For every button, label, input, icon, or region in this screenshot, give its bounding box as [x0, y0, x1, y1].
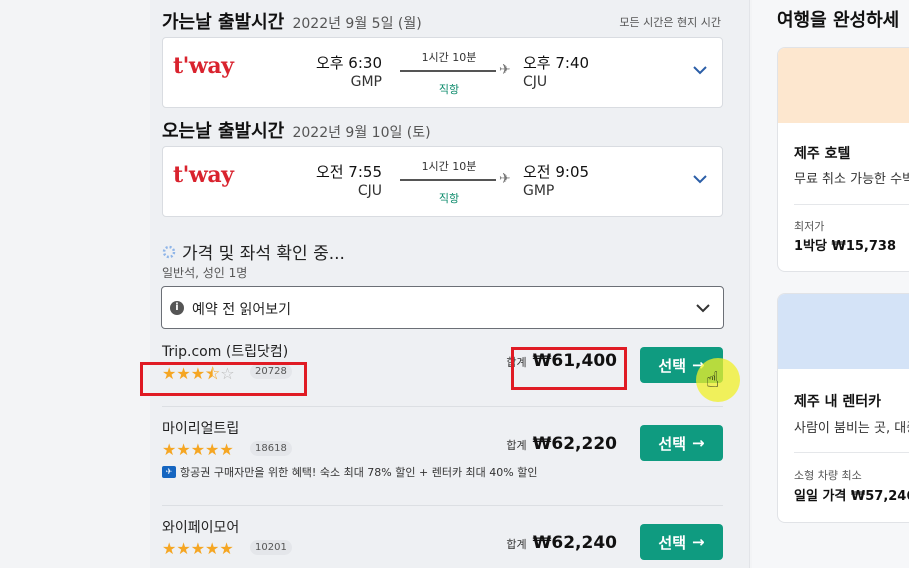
hand-pointer-icon: ☝ — [706, 368, 720, 393]
select-label: 선택 — [658, 434, 687, 453]
hotel-image — [778, 48, 909, 123]
inbound-title: 오는날 출발시간 — [162, 121, 285, 142]
chevron-down-icon[interactable] — [692, 171, 708, 187]
select-button[interactable]: 선택 → — [640, 425, 723, 461]
flight-duration: 1시간 10분 — [421, 160, 477, 173]
chevron-down-icon[interactable] — [692, 62, 708, 78]
airline-logo: t'way — [173, 53, 234, 79]
review-count: 18618 — [250, 441, 292, 456]
hotel-description: 무료 취소 가능한 수박 — [794, 172, 909, 187]
select-label: 선택 — [658, 356, 687, 375]
airplane-icon: ✈ — [499, 171, 511, 187]
provider-name[interactable]: 마이리얼트립 — [162, 418, 239, 438]
divider — [794, 204, 909, 205]
departure-airport: GMP — [350, 74, 382, 90]
promo-banner[interactable]: ✈ 항공권 구매자만을 위한 혜택! 숙소 최대 78% 할인 + 렌터카 최대… — [162, 464, 537, 480]
stops-label: 직항 — [438, 83, 460, 96]
arrival-time: 오전 9:05 — [523, 163, 590, 181]
rental-car-price: 일일 가격 ₩57,246 — [794, 489, 909, 504]
route-line — [400, 179, 496, 181]
sidebar-title: 여행을 완성하세 — [777, 10, 900, 31]
provider-row: 마이리얼트립 ★★★★★ 18618 합계 ₩62,220 선택 → ✈ 항공권… — [162, 418, 723, 498]
annotation-box-price — [511, 347, 627, 390]
arrow-right-icon: → — [692, 434, 705, 452]
airline-logo: t'way — [173, 162, 234, 188]
inbound-date: 2022년 9월 10일 (토) — [292, 125, 431, 141]
price-block: 합계 ₩62,220 — [506, 434, 617, 454]
price-block: 합계 ₩62,240 — [506, 533, 617, 553]
rental-car-name: 제주 내 렌터카 — [794, 394, 882, 410]
inbound-heading: 오는날 출발시간 2022년 9월 10일 (토) — [162, 117, 431, 143]
read-before-booking-dropdown[interactable]: i 예약 전 읽어보기 — [161, 286, 724, 329]
page: 가는날 출발시간 2022년 9월 5일 (월) 모든 시간은 현지 시간 t'… — [0, 0, 909, 568]
outbound-heading: 가는날 출발시간 2022년 9월 5일 (월) — [162, 8, 422, 34]
trip-suggestions-sidebar: 여행을 완성하세 제주 호텔 무료 취소 가능한 수박 최저가 1박당 ₩15,… — [752, 0, 909, 568]
spinner-icon — [162, 245, 176, 258]
divider — [162, 406, 723, 407]
outbound-flight-card[interactable]: t'way 오후 6:30 GMP 1시간 10분 ✈ 직항 오후 7:40 C… — [162, 37, 723, 108]
price-label: 합계 — [506, 439, 527, 452]
promo-text: 항공권 구매자만을 위한 혜택! 숙소 최대 78% 할인 + 렌터카 최대 4… — [180, 466, 538, 479]
hotel-price: 1박당 ₩15,738 — [794, 239, 896, 254]
arrival-time: 오후 7:40 — [523, 54, 590, 72]
rental-car-image — [778, 294, 909, 369]
hotel-name: 제주 호텔 — [794, 146, 851, 162]
price-label: 합계 — [506, 538, 527, 551]
info-icon: i — [170, 301, 184, 315]
review-count: 10201 — [250, 540, 292, 555]
stops-label: 직항 — [438, 192, 460, 205]
outbound-date: 2022년 9월 5일 (월) — [292, 16, 422, 32]
flight-details-column: 가는날 출발시간 2022년 9월 5일 (월) 모든 시간은 현지 시간 t'… — [150, 0, 750, 568]
arrow-right-icon: → — [692, 533, 705, 551]
select-button[interactable]: 선택 → — [640, 524, 723, 560]
annotation-box-rating — [140, 362, 307, 396]
divider — [794, 452, 909, 453]
rating-stars: ★★★★★ — [162, 539, 234, 558]
departure-time: 오후 6:30 — [315, 54, 382, 72]
arrival-airport: CJU — [523, 74, 548, 90]
rating-stars: ★★★★★ — [162, 440, 234, 459]
inbound-flight-card[interactable]: t'way 오전 7:55 CJU 1시간 10분 ✈ 직항 오전 9:05 G… — [162, 146, 723, 217]
read-before-booking-label: 예약 전 읽어보기 — [192, 302, 292, 318]
chevron-down-icon — [696, 304, 710, 313]
cabin-passenger-info: 일반석, 성인 1명 — [162, 266, 248, 280]
departure-airport: CJU — [357, 183, 382, 199]
divider — [162, 505, 723, 506]
hotel-min-label: 최저가 — [794, 220, 825, 233]
loading-status: 가격 및 좌석 확인 중... — [162, 239, 345, 264]
hotel-card[interactable]: 제주 호텔 무료 취소 가능한 수박 최저가 1박당 ₩15,738 — [777, 47, 909, 272]
provider-name[interactable]: Trip.com (트립닷컴) — [162, 341, 288, 361]
provider-name[interactable]: 와이페이모어 — [162, 517, 239, 537]
price: ₩62,220 — [532, 434, 617, 454]
route-line — [400, 70, 496, 72]
airplane-icon: ✈ — [499, 62, 511, 78]
rental-car-card[interactable]: 제주 내 렌터카 사람이 붐비는 곳, 대중 소형 차량 최소 일일 가격 ₩5… — [777, 293, 909, 523]
rental-car-min-label: 소형 차량 최소 — [794, 469, 862, 482]
ticket-icon: ✈ — [162, 466, 176, 478]
arrival-airport: GMP — [523, 183, 555, 199]
select-label: 선택 — [658, 533, 687, 552]
rental-car-description: 사람이 붐비는 곳, 대중 — [794, 421, 909, 436]
timezone-note: 모든 시간은 현지 시간 — [619, 16, 721, 29]
loading-text: 가격 및 좌석 확인 중... — [182, 244, 345, 264]
flight-duration: 1시간 10분 — [421, 51, 477, 64]
outbound-title: 가는날 출발시간 — [162, 12, 285, 33]
provider-row: 와이페이모어 ★★★★★ 10201 합계 ₩62,240 선택 → — [162, 517, 723, 567]
price: ₩62,240 — [532, 533, 617, 553]
departure-time: 오전 7:55 — [315, 163, 382, 181]
